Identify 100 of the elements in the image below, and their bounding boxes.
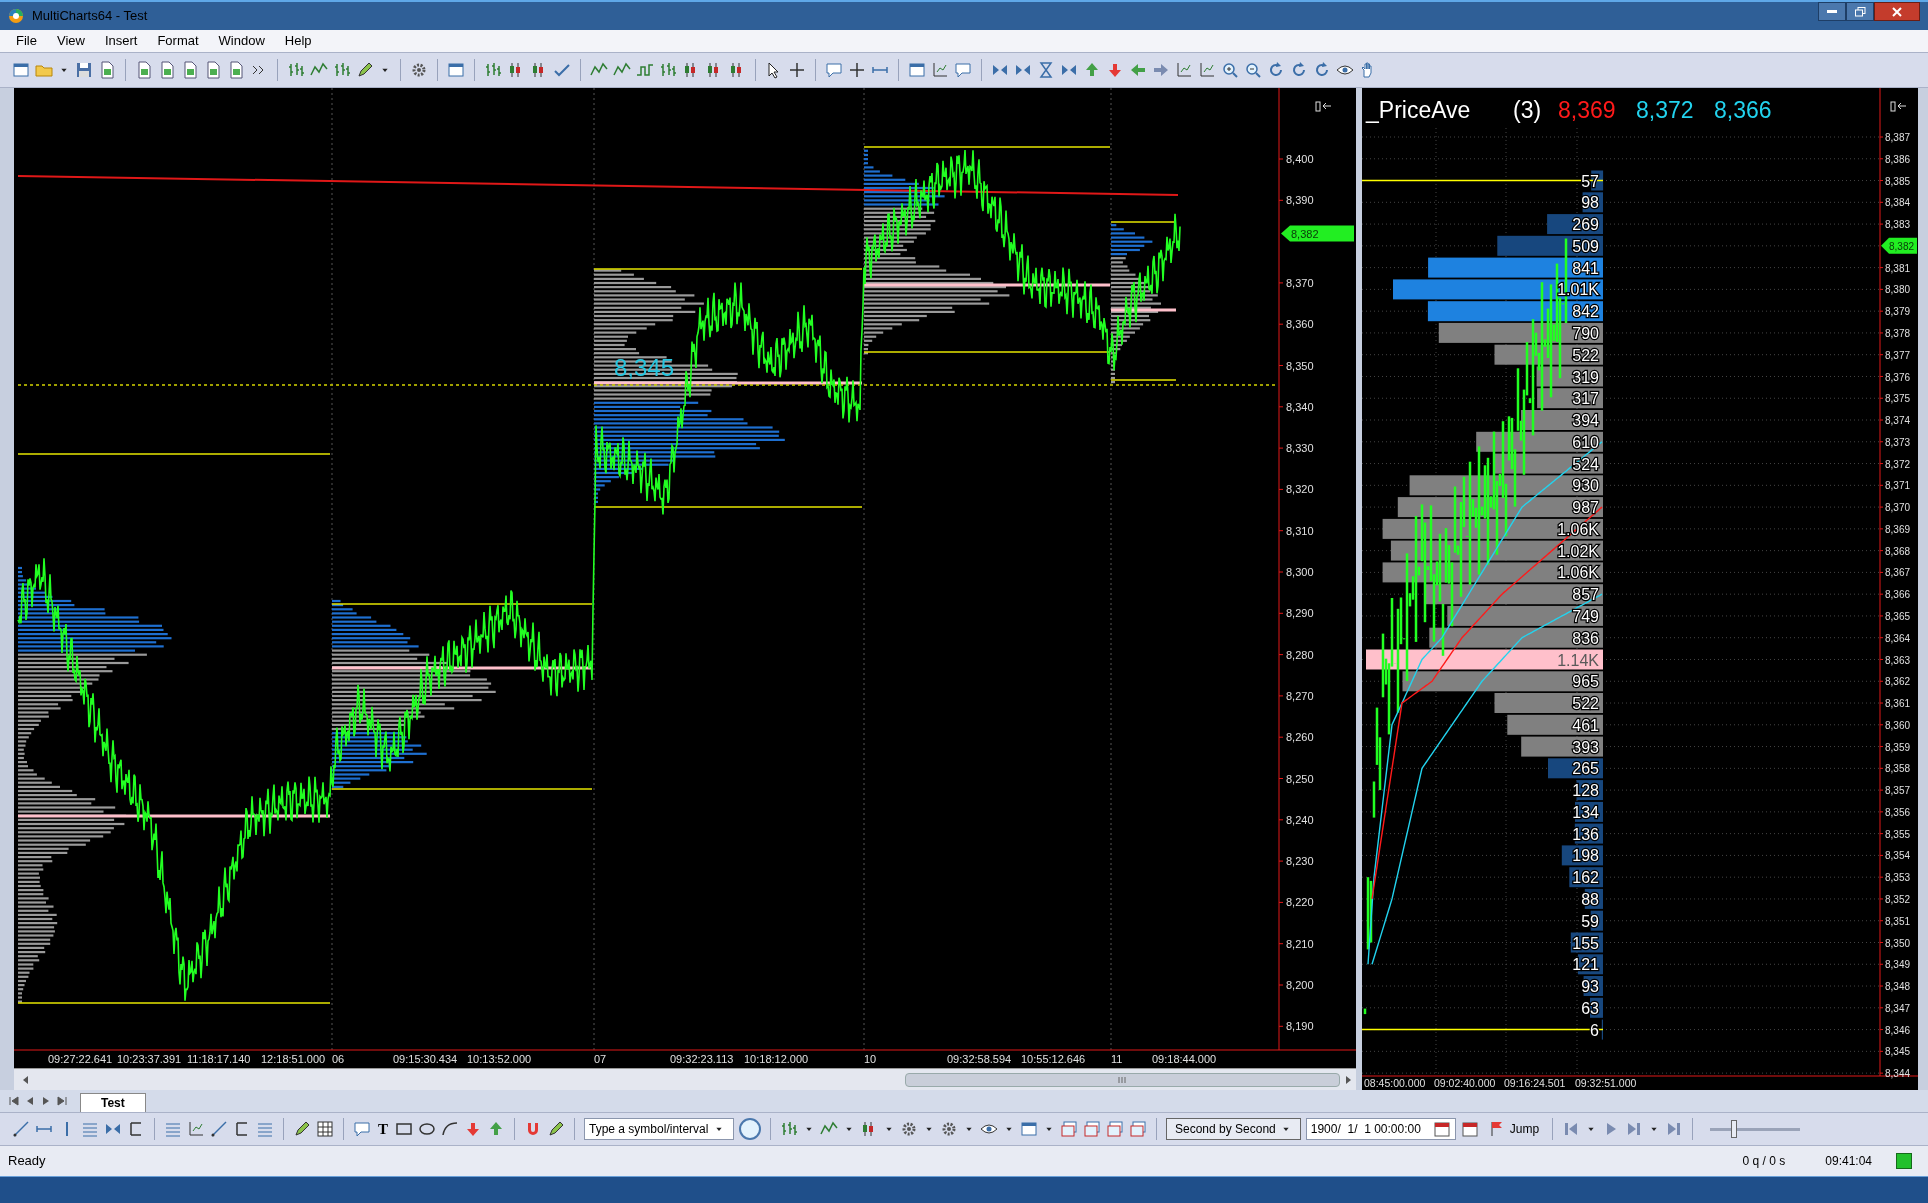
gear-icon[interactable] [900,1120,918,1138]
window-icon[interactable] [1020,1120,1038,1138]
time-axis-label: 11:18:17.140 [187,1053,251,1065]
hourglass-icon[interactable] [1037,61,1055,79]
time-axis-label: 07 [594,1053,607,1065]
volume-label: 269 [1572,216,1599,234]
grid-icon[interactable] [316,1120,334,1138]
bar-chart-icon[interactable] [287,61,305,79]
jump-date-field[interactable]: 1900/ 1/ 1 00:00:00 [1305,1118,1456,1140]
last-sheet-icon[interactable] [56,1094,68,1108]
bar-chart-icon[interactable] [333,61,351,79]
volume-label: 121 [1572,956,1599,974]
app-logo-icon [8,8,24,24]
price-axis-label: 8,354 [1885,850,1911,862]
stacked-windows-icon[interactable] [1129,1120,1147,1138]
window-icon[interactable] [447,61,465,79]
arc-icon[interactable] [441,1120,459,1138]
price-axis-label: 8,364 [1885,632,1911,644]
pencil-icon[interactable] [293,1120,311,1138]
price-axis-label: 8,310 [1286,524,1314,537]
scrollbar-thumb[interactable] [904,1072,1341,1087]
minimize-button[interactable] [1818,2,1846,21]
zoom-out-icon[interactable] [1244,61,1262,79]
apply-symbol-button[interactable] [739,1118,761,1140]
calendar-icon[interactable] [1460,1120,1479,1138]
document-icon[interactable] [181,61,199,79]
gear-icon[interactable] [410,61,428,79]
trendline-icon[interactable] [12,1120,30,1138]
symbol-input[interactable]: Type a symbol/interval [585,1120,713,1138]
right-arrow-icon[interactable] [1152,61,1170,79]
stacked-windows-icon[interactable] [1106,1120,1124,1138]
bar-chart-icon[interactable] [780,1120,798,1138]
crosshair-icon[interactable] [848,61,866,79]
playback-mode-select[interactable]: Second by Second [1166,1118,1301,1140]
collapse-axis-icon[interactable] [1315,101,1332,112]
down-arrow-icon[interactable] [1106,61,1124,79]
axis-icon[interactable] [931,61,949,79]
text-tool-button[interactable]: T [376,1117,390,1141]
circular-arrow-icon[interactable] [1290,61,1308,79]
bar-chart-icon[interactable] [484,61,502,79]
maximize-button[interactable] [1846,2,1874,21]
first-sheet-icon[interactable] [8,1094,20,1108]
check-icon[interactable] [553,61,571,79]
close-button[interactable] [1874,2,1920,21]
bar-chart-icon[interactable] [659,61,677,79]
axis-icon[interactable] [1175,61,1193,79]
sheet-tab[interactable]: Test [80,1093,146,1112]
up-arrow-icon[interactable] [487,1120,505,1138]
trendline-icon[interactable] [210,1120,228,1138]
document-icon[interactable] [158,61,176,79]
zoom-in-icon[interactable] [1221,61,1239,79]
price-axis-label: 8,357 [1885,785,1911,797]
document-icon[interactable] [98,61,116,79]
menu-item[interactable]: Format [157,31,199,51]
stacked-windows-icon[interactable] [1083,1120,1101,1138]
ellipse-icon[interactable] [418,1120,436,1138]
axis-icon[interactable] [187,1120,205,1138]
step-chart-icon[interactable] [636,61,654,79]
time-axis-label: 11 [1111,1053,1123,1065]
document-icon[interactable] [135,61,153,79]
save-icon[interactable] [75,61,93,79]
collapse-axis-icon[interactable] [1890,101,1907,112]
circular-arrow-icon[interactable] [1267,61,1285,79]
pencil-icon[interactable] [547,1120,565,1138]
symbol-combo-box[interactable]: Type a symbol/interval [584,1118,734,1140]
horizontal-scrollbar[interactable] [14,1068,1356,1090]
jump-button[interactable]: Jump [1483,1120,1544,1138]
document-icon[interactable] [227,61,245,79]
stacked-windows-icon[interactable] [1060,1120,1078,1138]
menu-item[interactable]: Window [218,31,265,51]
speech-bubble-icon[interactable] [954,61,972,79]
volume-label: 394 [1572,412,1599,429]
gear-icon[interactable] [940,1120,958,1138]
left-arrow-icon[interactable] [1129,61,1147,79]
calendar-icon[interactable] [1432,1120,1451,1138]
document-icon[interactable] [204,61,222,79]
price-axis-label: 8,370 [1885,502,1911,514]
axis-icon[interactable] [1198,61,1216,79]
volume-label: 317 [1572,390,1599,408]
crosshair-icon[interactable] [788,61,806,79]
pencil-icon[interactable] [356,61,374,79]
menu-item[interactable]: File [16,31,37,51]
speech-bubble-icon[interactable] [353,1120,371,1138]
volume-label: 198 [1572,847,1599,865]
down-arrow-icon[interactable] [464,1120,482,1138]
speed-slider[interactable] [1710,1120,1801,1138]
price-axis-label: 8,344 [1885,1068,1911,1080]
price-axis-label: 8,350 [1885,937,1911,949]
window-icon[interactable] [12,61,30,79]
price-axis-label: 8,290 [1286,607,1314,620]
menu-item[interactable]: Help [284,31,312,51]
circular-arrow-icon[interactable] [1313,61,1331,79]
menu-item[interactable]: View [56,31,85,51]
menu-item[interactable]: Insert [104,31,138,51]
window-icon[interactable] [908,61,926,79]
slider-thumb[interactable] [1731,1120,1738,1138]
up-arrow-icon[interactable] [1083,61,1101,79]
volume-label: 857 [1572,586,1599,604]
rectangle-icon[interactable] [395,1120,413,1138]
speech-bubble-icon[interactable] [825,61,843,79]
